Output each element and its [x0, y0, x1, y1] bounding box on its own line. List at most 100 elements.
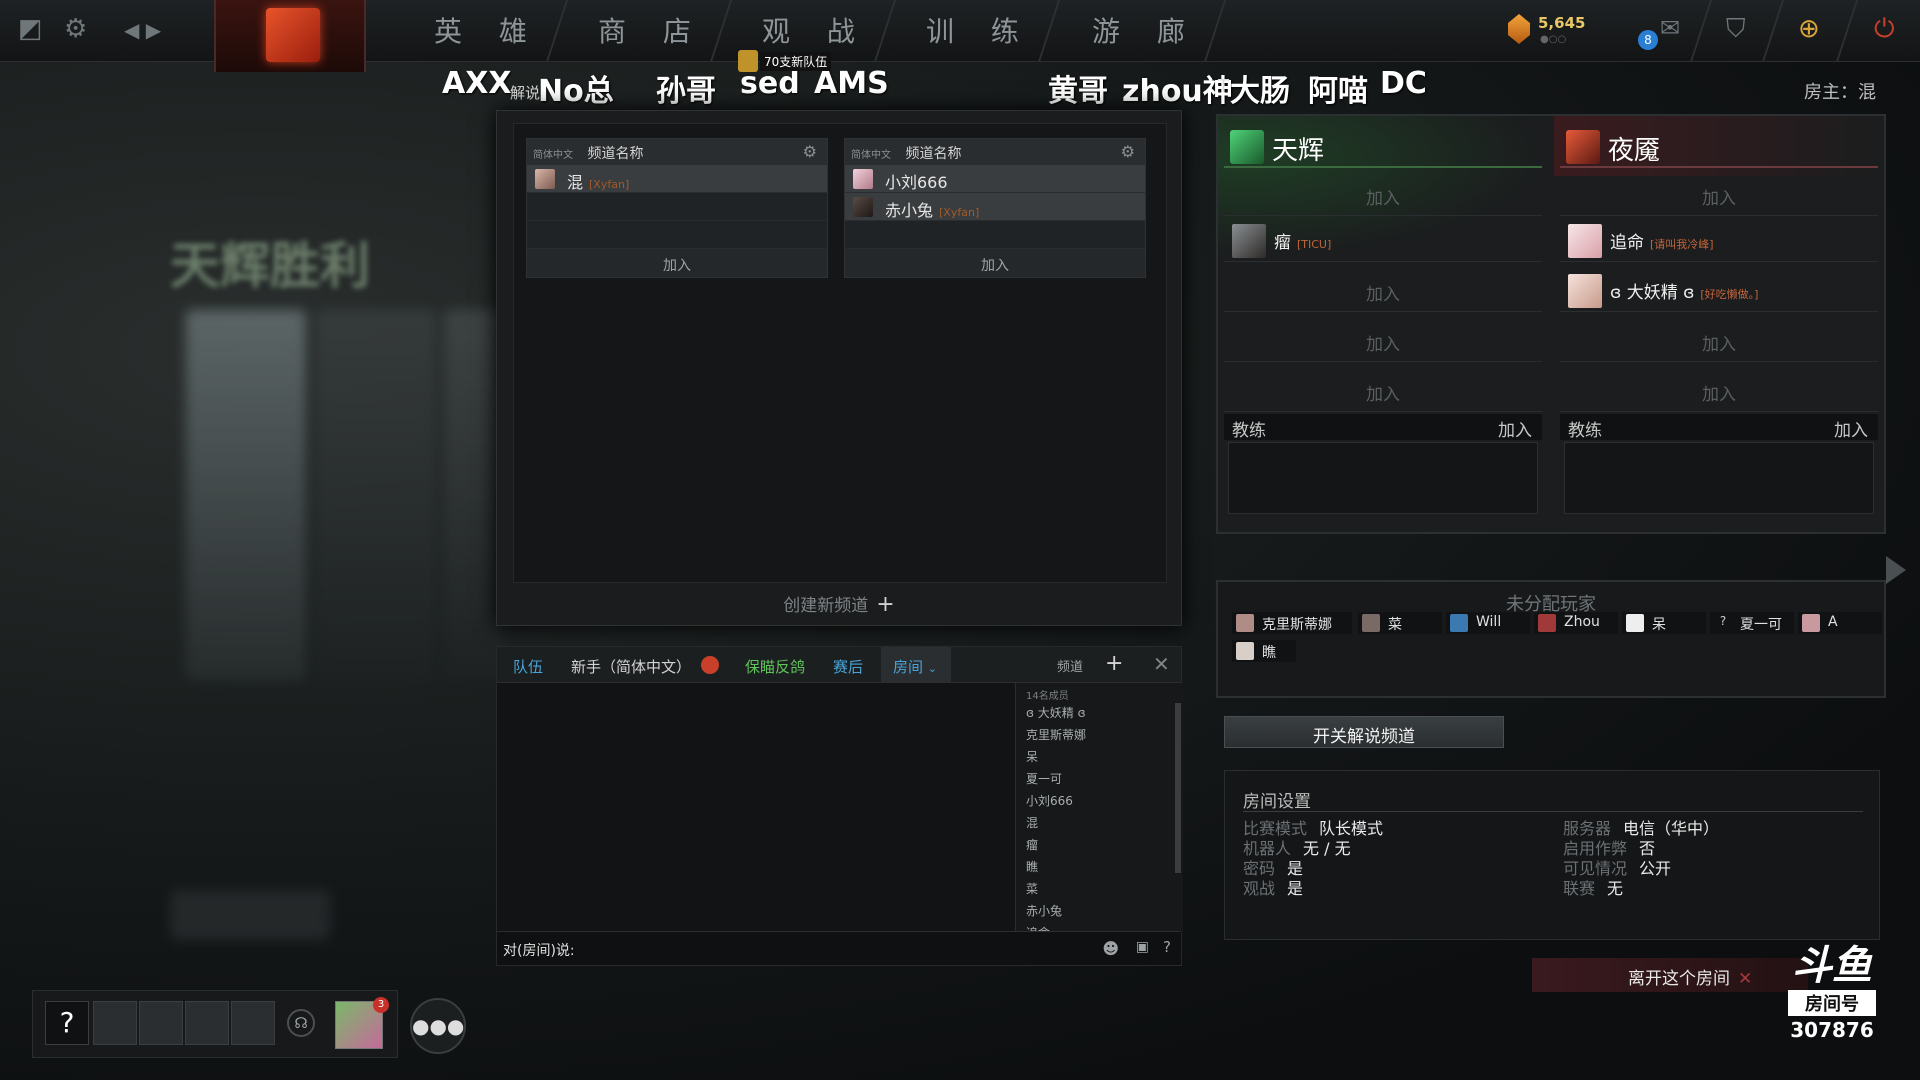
- help-button[interactable]: ?: [45, 1001, 89, 1045]
- unassigned-player[interactable]: 菜: [1358, 612, 1442, 634]
- unassigned-player[interactable]: Will: [1446, 612, 1530, 634]
- avatar: [1538, 614, 1556, 632]
- list-item[interactable]: ɞ 大妖精 ɞ: [1016, 701, 1183, 723]
- dire-slot-player[interactable]: 追命 [请叫我冷峰]: [1560, 218, 1878, 262]
- mail-badge: 8: [1638, 30, 1658, 50]
- setting-value: 无: [1607, 879, 1624, 898]
- nav-store[interactable]: 商 店: [598, 10, 705, 50]
- close-icon[interactable]: ✕: [1153, 652, 1170, 676]
- nav-watch[interactable]: 观 战: [762, 10, 869, 50]
- nav-divider: [1037, 0, 1061, 62]
- setting-value: 是: [1287, 879, 1304, 898]
- channel-member[interactable]: 赤小兔 [Xyfan]: [845, 193, 1145, 221]
- gear-icon[interactable]: ⚙: [803, 142, 817, 161]
- caster-name: AXX: [442, 66, 512, 101]
- group-icon[interactable]: ●●●: [410, 998, 466, 1054]
- dire-slot-join[interactable]: 加入: [1560, 318, 1878, 362]
- avatar: [1568, 224, 1602, 258]
- party-slot[interactable]: [139, 1001, 183, 1045]
- tab-postgame[interactable]: 赛后: [833, 656, 863, 677]
- caster-name: 阿喵: [1308, 74, 1368, 109]
- list-item[interactable]: 赤小兔: [1016, 899, 1183, 921]
- dire-slot-player[interactable]: ɞ 大妖精 ɞ [好吃懒做。]: [1560, 268, 1878, 312]
- list-item[interactable]: 夏一可: [1016, 767, 1183, 789]
- party-slot[interactable]: [185, 1001, 229, 1045]
- leave-room-button[interactable]: 离开这个房间 ✕: [1532, 958, 1808, 992]
- emoji-icon[interactable]: ☻: [1102, 939, 1119, 958]
- radiant-slot-player[interactable]: 瘤 [TICU]: [1224, 218, 1542, 262]
- level-dots: ●○○: [1540, 34, 1567, 45]
- channel-header: 简体中文 频道名称 ⚙: [845, 139, 1145, 165]
- mail-icon[interactable]: ✉: [1660, 14, 1680, 42]
- coach-join-button[interactable]: 加入: [1498, 416, 1532, 441]
- coach-join-button[interactable]: 加入: [1834, 416, 1868, 441]
- channel-join-button[interactable]: 加入: [527, 249, 827, 277]
- dire-slot-join[interactable]: 加入: [1560, 172, 1878, 216]
- list-item[interactable]: 小刘666: [1016, 789, 1183, 811]
- dota-logo-button[interactable]: [214, 0, 366, 72]
- party-slot[interactable]: [93, 1001, 137, 1045]
- tab-team[interactable]: 队伍: [513, 656, 543, 677]
- gear-icon[interactable]: ⚙: [64, 14, 87, 44]
- party-bar: ? ☊ 3: [32, 990, 398, 1058]
- list-item[interactable]: 克里斯蒂娜: [1016, 723, 1183, 745]
- coach-label: 教练: [1568, 421, 1602, 441]
- unassigned-player[interactable]: A: [1798, 612, 1882, 634]
- player-name: 菜: [1388, 617, 1402, 633]
- tab-guard[interactable]: 保瞄反鸽: [745, 656, 805, 677]
- radiant-slot-join[interactable]: 加入: [1224, 172, 1542, 216]
- radiant-slot-join[interactable]: 加入: [1224, 318, 1542, 362]
- avatar: [1236, 642, 1254, 660]
- screenshot-icon[interactable]: ▣: [1136, 939, 1149, 955]
- victory-banner: 天辉胜利: [170, 237, 370, 295]
- list-item[interactable]: 瞧: [1016, 855, 1183, 877]
- channel-join-button[interactable]: 加入: [845, 249, 1145, 277]
- room-number-label: 房间号: [1788, 990, 1876, 1016]
- radiant-coach-slot[interactable]: [1228, 442, 1538, 514]
- list-item[interactable]: 瘤: [1016, 833, 1183, 855]
- back-arrow-icon[interactable]: ◀ ▶: [124, 18, 161, 42]
- scrollbar[interactable]: [1175, 703, 1181, 873]
- radiant-slot-join[interactable]: 加入: [1224, 368, 1542, 412]
- radiant-coach-bar: 教练 加入: [1224, 414, 1542, 441]
- headset-icon[interactable]: ☊: [287, 1009, 315, 1037]
- list-item[interactable]: 菜: [1016, 877, 1183, 899]
- unassigned-player[interactable]: ? 夏一可: [1710, 612, 1794, 634]
- unassigned-player[interactable]: 克里斯蒂娜: [1232, 612, 1352, 634]
- plus-icon[interactable]: ⊕: [1798, 14, 1820, 44]
- add-channel-icon[interactable]: +: [1105, 651, 1123, 676]
- caster-label: 解说: [510, 84, 541, 102]
- create-channel-button[interactable]: 创建新频道 +: [497, 591, 1181, 617]
- dire-slot-join[interactable]: 加入: [1560, 368, 1878, 412]
- avatar: [1232, 224, 1266, 258]
- power-icon[interactable]: ⏻: [1874, 14, 1895, 45]
- armory-icon[interactable]: ⛉: [1726, 14, 1746, 45]
- nav-arcade[interactable]: 游 廊: [1092, 10, 1199, 50]
- channel-member[interactable]: 小刘666: [845, 165, 1145, 193]
- dota-menu-icon[interactable]: ◩: [18, 14, 43, 44]
- help-icon[interactable]: ?: [1163, 938, 1171, 956]
- tab-novice[interactable]: 新手（简体中文）: [571, 656, 691, 677]
- channel-member[interactable]: 混 [Xyfan]: [527, 165, 827, 193]
- channel-card: 简体中文 频道名称 ⚙ 混 [Xyfan] 加入: [526, 138, 828, 278]
- gear-icon[interactable]: ⚙: [1121, 142, 1135, 161]
- list-item[interactable]: 混: [1016, 811, 1183, 833]
- nav-divider: [709, 0, 733, 62]
- tab-room[interactable]: 房间 ⌄: [881, 647, 951, 683]
- party-slot[interactable]: [231, 1001, 275, 1045]
- chat-input[interactable]: 对(房间)说: ☻ ▣ ?: [497, 931, 1181, 965]
- toggle-caster-channel-button[interactable]: 开关解说频道: [1224, 716, 1504, 748]
- player-name: A: [1828, 614, 1838, 630]
- nav-heroes[interactable]: 英 雄: [434, 10, 541, 50]
- list-item[interactable]: 呆: [1016, 745, 1183, 767]
- expand-arrow-icon[interactable]: [1886, 556, 1906, 584]
- radiant-slot-join[interactable]: 加入: [1224, 268, 1542, 312]
- unassigned-player[interactable]: 呆: [1622, 612, 1706, 634]
- caster-name: No总: [538, 74, 614, 109]
- unassigned-players-panel: 未分配玩家 克里斯蒂娜 菜 Will Zhou 呆 ? 夏一可 A 瞧: [1216, 580, 1886, 698]
- nav-learn[interactable]: 训 练: [926, 10, 1033, 50]
- unassigned-player[interactable]: 瞧: [1232, 640, 1296, 662]
- dire-coach-slot[interactable]: [1564, 442, 1874, 514]
- unassigned-player[interactable]: Zhou: [1534, 612, 1618, 634]
- radiant-name: 天辉: [1272, 136, 1325, 166]
